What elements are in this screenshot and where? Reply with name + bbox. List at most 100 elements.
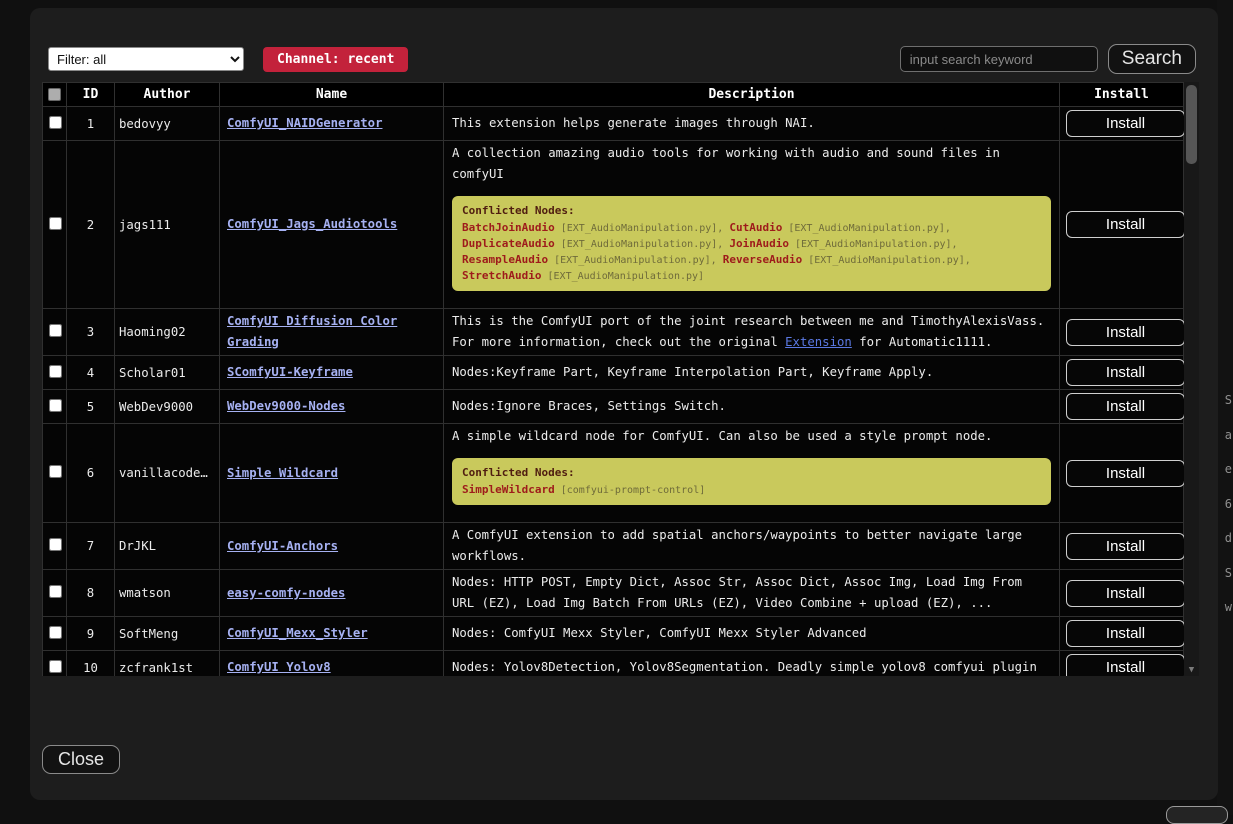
row-install-cell: Install [1060, 651, 1184, 677]
conflicted-nodes-title: Conflicted Nodes: [462, 203, 1041, 218]
conflict-node-name: DuplicateAudio [462, 237, 555, 250]
row-name-cell: ComfyUI Yolov8 [220, 651, 444, 677]
description-text: Nodes: ComfyUI Mexx Styler, ComfyUI Mexx… [452, 623, 1051, 644]
install-button[interactable]: Install [1066, 580, 1185, 607]
table-row: 10zcfrank1stComfyUI Yolov8Nodes: Yolov8D… [43, 651, 1184, 677]
row-install-cell: Install [1060, 356, 1184, 390]
row-name-cell: ComfyUI Diffusion Color Grading [220, 309, 444, 356]
install-button[interactable]: Install [1066, 620, 1185, 647]
row-author: vanillacode… [115, 424, 220, 523]
row-description: This extension helps generate images thr… [444, 107, 1060, 141]
channel-badge: Channel: recent [263, 47, 408, 72]
conflict-node-source: [EXT_AudioManipulation.py] [561, 239, 718, 250]
install-button[interactable]: Install [1066, 393, 1185, 420]
conflict-node-source: [EXT_AudioManipulation.py] [554, 255, 711, 266]
custom-nodes-dialog: Filter: all Channel: recent Search ID Au… [30, 8, 1218, 800]
row-install-cell: Install [1060, 390, 1184, 424]
header-install: Install [1060, 83, 1184, 107]
node-name-link[interactable]: ComfyUI_NAIDGenerator [227, 116, 382, 130]
install-button[interactable]: Install [1066, 319, 1185, 346]
nodes-table: ID Author Name Description Install 1bedo… [42, 82, 1184, 676]
header-name: Name [220, 83, 444, 107]
description-text: A simple wildcard node for ComfyUI. Can … [452, 426, 1051, 447]
conflict-node-source: [EXT_AudioManipulation.py] [561, 223, 718, 234]
node-name-link[interactable]: easy-comfy-nodes [227, 586, 345, 600]
background-text-fragment: e [1225, 462, 1232, 476]
row-description: Nodes:Keyframe Part, Keyframe Interpolat… [444, 356, 1060, 390]
background-text-fragment: S [1225, 566, 1232, 580]
row-name-cell: ComfyUI-Anchors [220, 523, 444, 570]
search-input[interactable] [900, 46, 1098, 72]
scrollbar-thumb[interactable] [1186, 85, 1197, 164]
table-row: 9SoftMengComfyUI_Mexx_StylerNodes: Comfy… [43, 617, 1184, 651]
conflict-node-name: ReverseAudio [723, 253, 802, 266]
row-select-checkbox[interactable] [49, 116, 62, 129]
install-button[interactable]: Install [1066, 460, 1185, 487]
dialog-toolbar: Filter: all Channel: recent Search [48, 44, 1196, 74]
row-description: A simple wildcard node for ComfyUI. Can … [444, 424, 1060, 523]
row-select-checkbox[interactable] [49, 585, 62, 598]
row-install-cell: Install [1060, 309, 1184, 356]
header-description: Description [444, 83, 1060, 107]
description-text: Nodes: Yolov8Detection, Yolov8Segmentati… [452, 657, 1051, 676]
scrollbar-down-arrow[interactable]: ▼ [1184, 665, 1199, 675]
conflict-node-name: BatchJoinAudio [462, 221, 555, 234]
install-button[interactable]: Install [1066, 110, 1185, 137]
description-text: A collection amazing audio tools for wor… [452, 143, 1051, 185]
row-author: zcfrank1st [115, 651, 220, 677]
background-app-sliver: Sae6dSw [1217, 0, 1233, 815]
row-name-cell: SComfyUI-Keyframe [220, 356, 444, 390]
row-select-checkbox[interactable] [49, 365, 62, 378]
node-name-link[interactable]: ComfyUI-Anchors [227, 539, 338, 553]
row-name-cell: easy-comfy-nodes [220, 570, 444, 617]
install-button[interactable]: Install [1066, 654, 1185, 676]
close-button[interactable]: Close [42, 745, 120, 774]
row-description: This is the ComfyUI port of the joint re… [444, 309, 1060, 356]
header-id: ID [67, 83, 115, 107]
row-select-checkbox[interactable] [49, 660, 62, 673]
row-select-cell [43, 424, 67, 523]
node-name-link[interactable]: SComfyUI-Keyframe [227, 365, 353, 379]
description-text: A ComfyUI extension to add spatial ancho… [452, 525, 1051, 567]
background-text-fragment: d [1225, 531, 1232, 545]
table-row: 2jags111ComfyUI_Jags_AudiotoolsA collect… [43, 141, 1184, 309]
row-select-checkbox[interactable] [49, 324, 62, 337]
node-name-link[interactable]: ComfyUI Diffusion Color Grading [227, 314, 397, 349]
row-select-checkbox[interactable] [49, 217, 62, 230]
conflict-node-name: StretchAudio [462, 269, 541, 282]
nodes-tbody: 1bedovyyComfyUI_NAIDGeneratorThis extens… [43, 107, 1184, 677]
node-name-link[interactable]: ComfyUI_Mexx_Styler [227, 626, 368, 640]
install-button[interactable]: Install [1066, 359, 1185, 386]
row-select-checkbox[interactable] [49, 399, 62, 412]
row-id: 1 [67, 107, 115, 141]
row-id: 4 [67, 356, 115, 390]
search-button[interactable]: Search [1108, 44, 1196, 74]
row-select-checkbox[interactable] [49, 626, 62, 639]
row-id: 5 [67, 390, 115, 424]
node-name-link[interactable]: WebDev9000-Nodes [227, 399, 345, 413]
row-install-cell: Install [1060, 617, 1184, 651]
background-text-fragment: S [1225, 393, 1232, 407]
nodes-table-container: ID Author Name Description Install 1bedo… [42, 82, 1199, 676]
node-name-link[interactable]: ComfyUI_Jags_Audiotools [227, 217, 397, 231]
row-description: A ComfyUI extension to add spatial ancho… [444, 523, 1060, 570]
node-name-link[interactable]: Simple Wildcard [227, 466, 338, 480]
conflicted-nodes-list: SimpleWildcard [comfyui-prompt-control] [462, 482, 1041, 498]
install-button[interactable]: Install [1066, 211, 1185, 238]
row-select-checkbox[interactable] [49, 465, 62, 478]
install-button[interactable]: Install [1066, 533, 1185, 560]
conflicted-nodes-box: Conflicted Nodes: BatchJoinAudio [EXT_Aud… [452, 196, 1051, 291]
node-name-link[interactable]: ComfyUI Yolov8 [227, 660, 331, 674]
row-name-cell: Simple Wildcard [220, 424, 444, 523]
row-description: Nodes: Yolov8Detection, Yolov8Segmentati… [444, 651, 1060, 677]
conflict-node-name: SimpleWildcard [462, 483, 555, 496]
conflict-node-source: [comfyui-prompt-control] [561, 485, 706, 496]
filter-select[interactable]: Filter: all [48, 47, 244, 71]
description-link[interactable]: Extension [785, 335, 852, 349]
select-all-checkbox[interactable] [48, 88, 61, 101]
row-id: 8 [67, 570, 115, 617]
table-row: 1bedovyyComfyUI_NAIDGeneratorThis extens… [43, 107, 1184, 141]
row-select-cell [43, 107, 67, 141]
row-select-checkbox[interactable] [49, 538, 62, 551]
row-description: Nodes: ComfyUI Mexx Styler, ComfyUI Mexx… [444, 617, 1060, 651]
